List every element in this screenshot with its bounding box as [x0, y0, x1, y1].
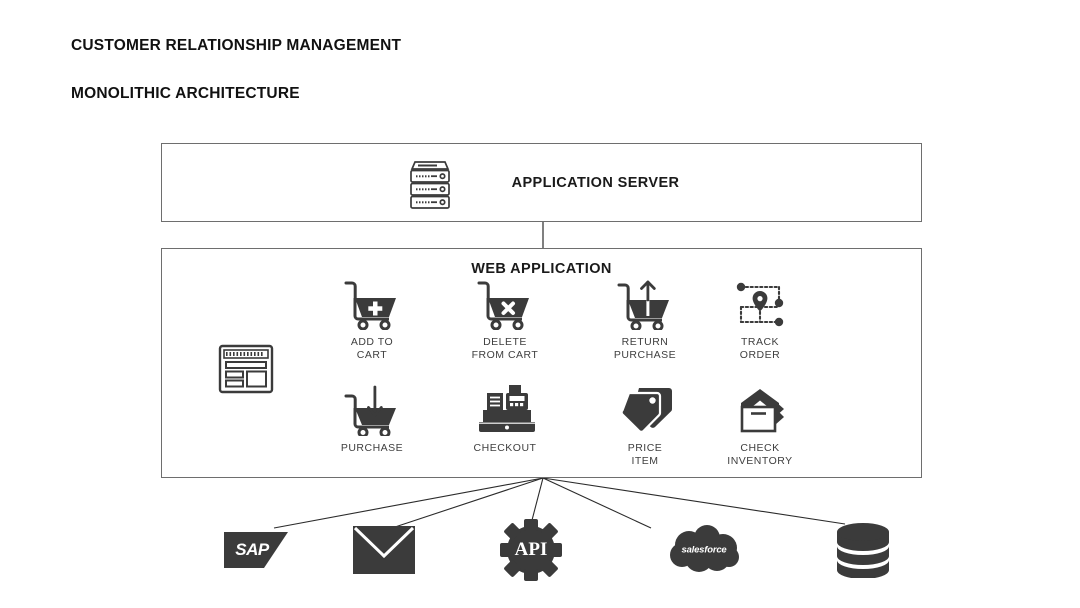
application-server-label: APPLICATION SERVER: [511, 174, 680, 191]
service-api[interactable]: API: [500, 519, 562, 581]
api-gear-icon: [500, 519, 562, 581]
feature-purchase[interactable]: PURCHASE: [312, 384, 432, 455]
feature-label: CHECKOUT: [473, 442, 537, 454]
cart-x-icon: [445, 278, 565, 330]
feature-track-order[interactable]: TRACK ORDER: [700, 278, 820, 361]
service-email[interactable]: [353, 526, 415, 574]
price-tags-icon: [585, 384, 705, 436]
feature-label: RETURN PURCHASE: [613, 336, 677, 361]
feature-delete-from-cart[interactable]: DELETE FROM CART: [445, 278, 565, 361]
web-application-label: WEB APPLICATION: [471, 261, 612, 277]
map-pin-track-icon: [700, 278, 820, 330]
diagram-canvas: CUSTOMER RELATIONSHIP MANAGEMENT MONOLIT…: [0, 0, 1080, 608]
salesforce-cloud-icon: [670, 525, 739, 572]
feature-label: PURCHASE: [340, 442, 404, 454]
feature-return-purchase[interactable]: RETURN PURCHASE: [585, 278, 705, 361]
page-subtitle: MONOLITHIC ARCHITECTURE: [71, 85, 300, 102]
cart-down-arrow-icon: [312, 384, 432, 436]
application-server-content: APPLICATION SERVER: [162, 144, 921, 221]
feature-label: TRACK ORDER: [739, 336, 781, 361]
envelope-icon: [353, 526, 415, 574]
sap-logo-icon: [224, 532, 288, 568]
feature-checkout[interactable]: CHECKOUT: [445, 384, 565, 455]
feature-check-inventory[interactable]: CHECK INVENTORY: [700, 384, 820, 467]
feature-label: CHECK INVENTORY: [727, 442, 793, 467]
feature-label: ADD TO CART: [350, 336, 394, 361]
open-box-icon: [700, 384, 820, 436]
feature-price-item[interactable]: PRICE ITEM: [585, 384, 705, 467]
feature-label: PRICE ITEM: [627, 442, 663, 467]
page-title: CUSTOMER RELATIONSHIP MANAGEMENT: [71, 37, 402, 54]
service-salesforce[interactable]: salesforce: [667, 525, 741, 575]
cart-plus-icon: [312, 278, 432, 330]
database-cylinder-icon: [837, 523, 889, 578]
service-database[interactable]: [834, 522, 892, 578]
cart-up-arrow-icon: [585, 278, 705, 330]
server-rack-icon: [404, 156, 456, 210]
browser-window-icon: [218, 344, 274, 399]
service-sap[interactable]: SAP: [224, 532, 288, 568]
cash-register-icon: [445, 384, 565, 436]
application-server-box: APPLICATION SERVER: [161, 143, 922, 222]
feature-label: DELETE FROM CART: [471, 336, 539, 361]
feature-add-to-cart[interactable]: ADD TO CART: [312, 278, 432, 361]
